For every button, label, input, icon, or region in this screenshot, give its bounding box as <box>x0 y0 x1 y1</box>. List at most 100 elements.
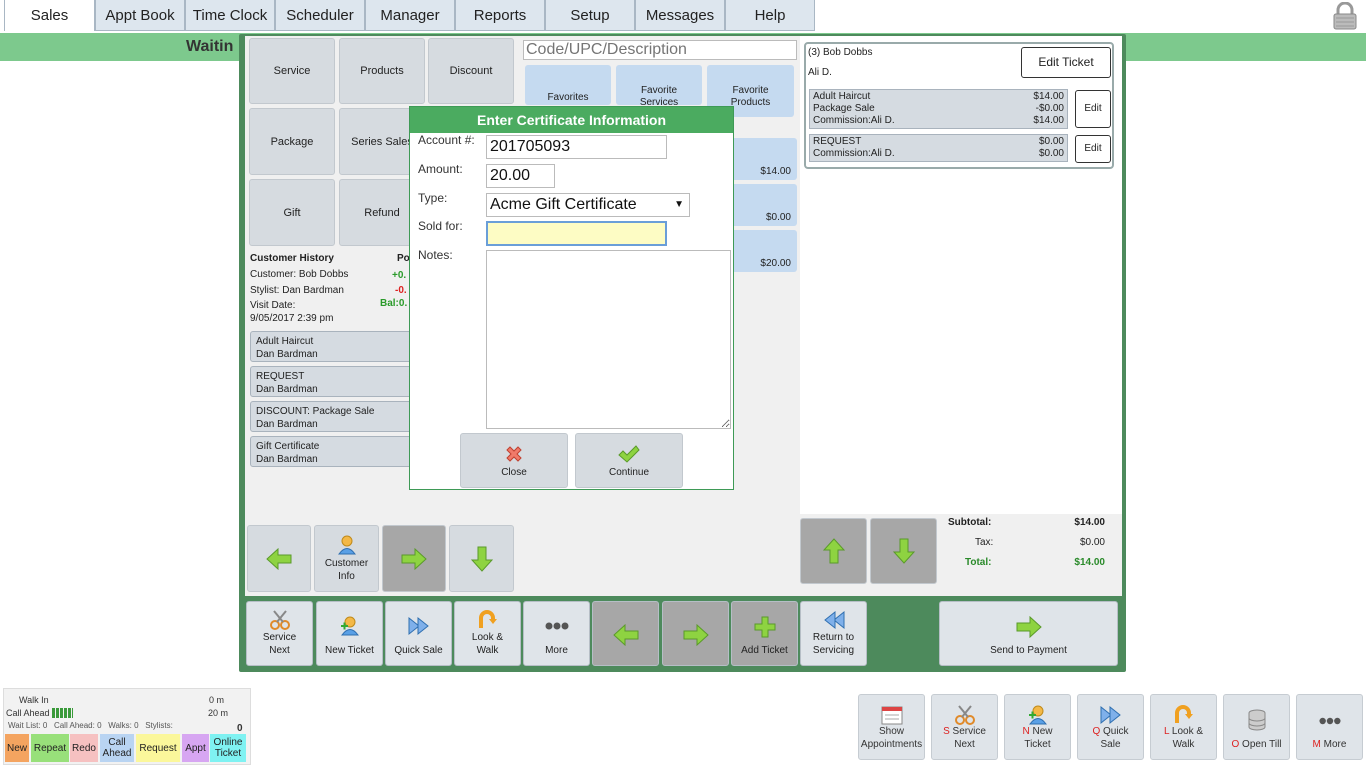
package-button-label: Package <box>270 135 314 148</box>
legend-label: Online Ticket <box>213 737 243 759</box>
account-input[interactable] <box>486 135 667 159</box>
refund-button-label: Refund <box>364 206 400 219</box>
continue-button[interactable]: Continue <box>575 433 683 488</box>
tab-setup[interactable]: Setup <box>545 0 635 31</box>
edit-ticket-button[interactable]: Edit Ticket <box>1021 47 1111 78</box>
history-item[interactable]: Adult Haircut Dan Bardman <box>250 331 425 362</box>
more-button[interactable]: More <box>523 601 590 666</box>
price-item[interactable]: $20.00 <box>725 230 797 272</box>
favorites-label: Favorites <box>547 92 589 103</box>
favorite-services-button[interactable]: Favorite Services <box>616 65 702 108</box>
down-button[interactable] <box>449 525 514 592</box>
shortcut-key: N <box>1022 726 1030 737</box>
arrow-right-icon <box>683 623 709 647</box>
history-item[interactable]: DISCOUNT: Package Sale Dan Bardman <box>250 401 425 432</box>
tab-help[interactable]: Help <box>725 0 815 31</box>
ticket-up-button[interactable] <box>800 518 867 584</box>
database-icon <box>1248 709 1265 731</box>
fast-forward-icon <box>1100 705 1121 725</box>
price-item[interactable]: $0.00 <box>725 184 797 226</box>
look-walk-shortcut-button[interactable]: L Look & Walk <box>1150 694 1217 760</box>
ticket-line[interactable]: Adult Haircut $14.00 Package Sale -$0.00 C… <box>809 89 1068 129</box>
service-next-shortcut-button[interactable]: S Service Next <box>931 694 998 760</box>
history-item[interactable]: Gift Certificate Dan Bardman <box>250 436 425 467</box>
open-till-button[interactable]: O Open Till <box>1223 694 1290 760</box>
customer-info-button[interactable]: Customer Info <box>314 525 379 592</box>
lock-icon[interactable] <box>1332 2 1358 30</box>
tab-manager[interactable]: Manager <box>365 0 455 31</box>
ticket-line[interactable]: REQUEST $0.00 Commission:Ali D. $0.00 <box>809 134 1068 162</box>
quick-sale-label: Quick Sale <box>394 645 443 656</box>
price-value: $0.00 <box>765 212 791 223</box>
shortcut-label: More <box>1323 739 1347 750</box>
type-select[interactable]: Acme Gift Certificate ▼ <box>486 193 690 217</box>
gift-button[interactable]: Gift <box>249 179 335 246</box>
add-ticket-button[interactable]: Add Ticket <box>731 601 798 666</box>
quick-sale-button[interactable]: Quick Sale <box>385 601 452 666</box>
scroll-left-button[interactable] <box>592 601 659 666</box>
history-item[interactable]: REQUEST Dan Bardman <box>250 366 425 397</box>
scroll-right-button[interactable] <box>662 601 729 666</box>
tab-sales[interactable]: Sales <box>4 0 95 31</box>
show-appointments-label: Show Appointments <box>860 726 923 750</box>
tab-reports[interactable]: Reports <box>455 0 545 31</box>
edit-line-button[interactable]: Edit <box>1075 135 1111 163</box>
total-label: Total: <box>965 557 992 568</box>
tab-appt-book[interactable]: Appt Book <box>95 0 185 31</box>
products-button[interactable]: Products <box>339 38 425 104</box>
tab-time-clock[interactable]: Time Clock <box>185 0 275 31</box>
edit-line-button[interactable]: Edit <box>1075 90 1111 128</box>
history-item-name: REQUEST <box>256 371 305 382</box>
favorite-products-label: Favorite Products <box>730 85 771 108</box>
stylist-name: Stylist: Dan Bardman <box>250 285 344 296</box>
more-shortcut-button[interactable]: M More <box>1296 694 1363 760</box>
history-item-name: Adult Haircut <box>256 336 314 347</box>
visit-date: 9/05/2017 2:39 pm <box>250 313 334 324</box>
service-next-button[interactable]: Service Next <box>246 601 313 666</box>
arrow-left-icon <box>266 547 292 570</box>
line-commission: Commission:Ali D. <box>813 148 895 159</box>
arrow-right-icon <box>1016 615 1042 639</box>
new-ticket-shortcut-button[interactable]: N New Ticket <box>1004 694 1071 760</box>
shortcut-label: Quick Sale <box>1100 726 1129 750</box>
new-ticket-button[interactable]: New Ticket <box>316 601 383 666</box>
next-button[interactable] <box>382 525 446 592</box>
package-button[interactable]: Package <box>249 108 335 175</box>
history-item-stylist: Dan Bardman <box>256 349 318 360</box>
service-button[interactable]: Service <box>249 38 335 104</box>
favorite-services-label: Favorite Services <box>639 85 679 108</box>
sold-for-input[interactable] <box>486 221 667 246</box>
look-walk-button[interactable]: Look & Walk <box>454 601 521 666</box>
send-to-payment-button[interactable]: Send to Payment <box>939 601 1118 666</box>
show-appointments-button[interactable]: Show Appointments <box>858 694 925 760</box>
discount-button-label: Discount <box>449 65 493 77</box>
discount-button[interactable]: Discount <box>428 38 514 104</box>
u-turn-icon <box>478 610 497 628</box>
return-to-servicing-button[interactable]: Return to Servicing <box>800 601 867 666</box>
balance: Bal:0. <box>380 298 408 309</box>
price-value: $20.00 <box>760 258 791 269</box>
search-input[interactable] <box>523 40 797 60</box>
price-item[interactable]: $14.00 <box>725 138 797 180</box>
favorites-button[interactable]: Favorites <box>525 65 611 105</box>
ticket-down-button[interactable] <box>870 518 937 584</box>
close-button[interactable]: Close <box>460 433 568 488</box>
legend-repeat: Repeat <box>31 734 69 762</box>
call-ahead-meter <box>52 708 73 718</box>
points-label: Po <box>397 253 410 264</box>
legend-new: New <box>5 734 29 762</box>
waiting-label: Waitin <box>186 38 234 55</box>
line-name: REQUEST <box>813 136 862 147</box>
tab-messages[interactable]: Messages <box>635 0 725 31</box>
call-ahead-label: Call Ahead <box>6 708 50 718</box>
notes-textarea[interactable] <box>486 250 731 429</box>
continue-button-label: Continue <box>608 467 650 478</box>
arrow-left-icon <box>612 623 638 647</box>
amount-input[interactable] <box>486 164 555 188</box>
tab-scheduler[interactable]: Scheduler <box>275 0 365 31</box>
price-value: $14.00 <box>760 166 791 177</box>
quick-sale-shortcut-button[interactable]: Q Quick Sale <box>1077 694 1144 760</box>
close-button-label: Close <box>501 467 527 478</box>
prev-button[interactable] <box>247 525 311 592</box>
scissors-icon <box>954 705 975 725</box>
